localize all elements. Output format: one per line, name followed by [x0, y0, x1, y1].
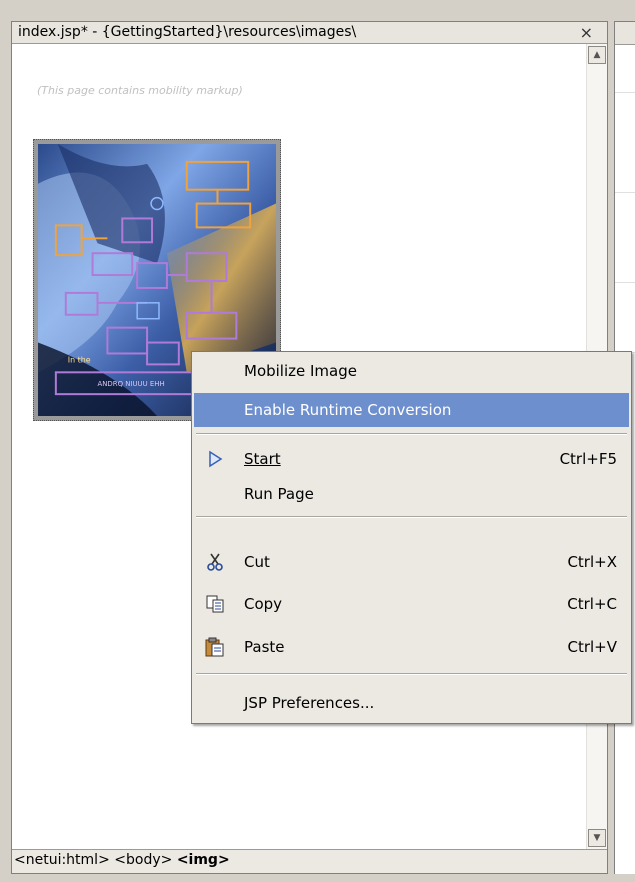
mobility-markup-note: (This page contains mobility markup)	[37, 84, 243, 97]
menu-item-label: Start	[244, 450, 281, 468]
menu-item-label: Copy	[244, 595, 283, 613]
menu-item-run-page[interactable]: Run Page	[194, 477, 629, 511]
svg-text:ANDRQ NIUUU EHH: ANDRQ NIUUU EHH	[98, 380, 165, 388]
run-triangle-icon	[204, 449, 226, 469]
breadcrumb-img[interactable]: <img>	[177, 852, 230, 868]
menu-item-shortcut: Ctrl+V	[567, 638, 617, 656]
breadcrumb-netui-html[interactable]: <netui:html>	[14, 852, 110, 868]
menu-item-enable-runtime-conversion[interactable]: Enable Runtime Conversion	[194, 393, 629, 427]
editor-tab[interactable]: index.jsp* - {GettingStarted}\resources\…	[12, 22, 607, 44]
menu-item-label: Cut	[244, 553, 270, 571]
copy-icon	[204, 594, 226, 614]
svg-text:In the: In the	[68, 355, 91, 364]
tag-breadcrumb-bar: <netui:html> <body> <img>	[12, 849, 607, 873]
panel-row-divider	[615, 92, 635, 93]
context-menu: Mobilize Image Enable Runtime Conversion…	[191, 351, 632, 724]
menu-item-start[interactable]: Start Ctrl+F5	[194, 442, 629, 476]
panel-row-divider	[615, 282, 635, 283]
menu-item-shortcut: Ctrl+C	[567, 595, 617, 613]
menu-item-label: JSP Preferences...	[244, 694, 375, 712]
panel-row-divider	[615, 192, 635, 193]
paste-icon	[204, 637, 226, 657]
menu-item-paste[interactable]: Paste Ctrl+V	[194, 630, 629, 664]
scroll-down-arrow-icon[interactable]: ▼	[588, 829, 606, 847]
scissors-icon	[204, 552, 226, 572]
menu-separator	[196, 516, 627, 518]
editor-tab-title: index.jsp* - {GettingStarted}\resources\…	[18, 24, 357, 40]
menu-separator	[196, 433, 627, 435]
menu-item-label: Run Page	[244, 485, 314, 503]
close-tab-icon[interactable]: ×	[580, 23, 593, 42]
breadcrumb-body[interactable]: <body>	[114, 852, 172, 868]
menu-item-shortcut: Ctrl+F5	[559, 450, 617, 468]
menu-item-mobilize-image[interactable]: Mobilize Image	[194, 354, 629, 388]
menu-item-cut[interactable]: Cut Ctrl+X	[194, 545, 629, 579]
menu-item-label: Mobilize Image	[244, 362, 357, 380]
menu-item-label: Enable Runtime Conversion	[244, 401, 452, 419]
adjacent-panel-tab[interactable]	[615, 22, 635, 45]
menu-separator	[196, 673, 627, 675]
menu-item-copy[interactable]: Copy Ctrl+C	[194, 587, 629, 621]
menu-item-jsp-preferences[interactable]: JSP Preferences...	[194, 686, 629, 720]
menu-item-label: Paste	[244, 638, 285, 656]
menu-item-shortcut: Ctrl+X	[567, 553, 617, 571]
scroll-up-arrow-icon[interactable]: ▲	[588, 46, 606, 64]
